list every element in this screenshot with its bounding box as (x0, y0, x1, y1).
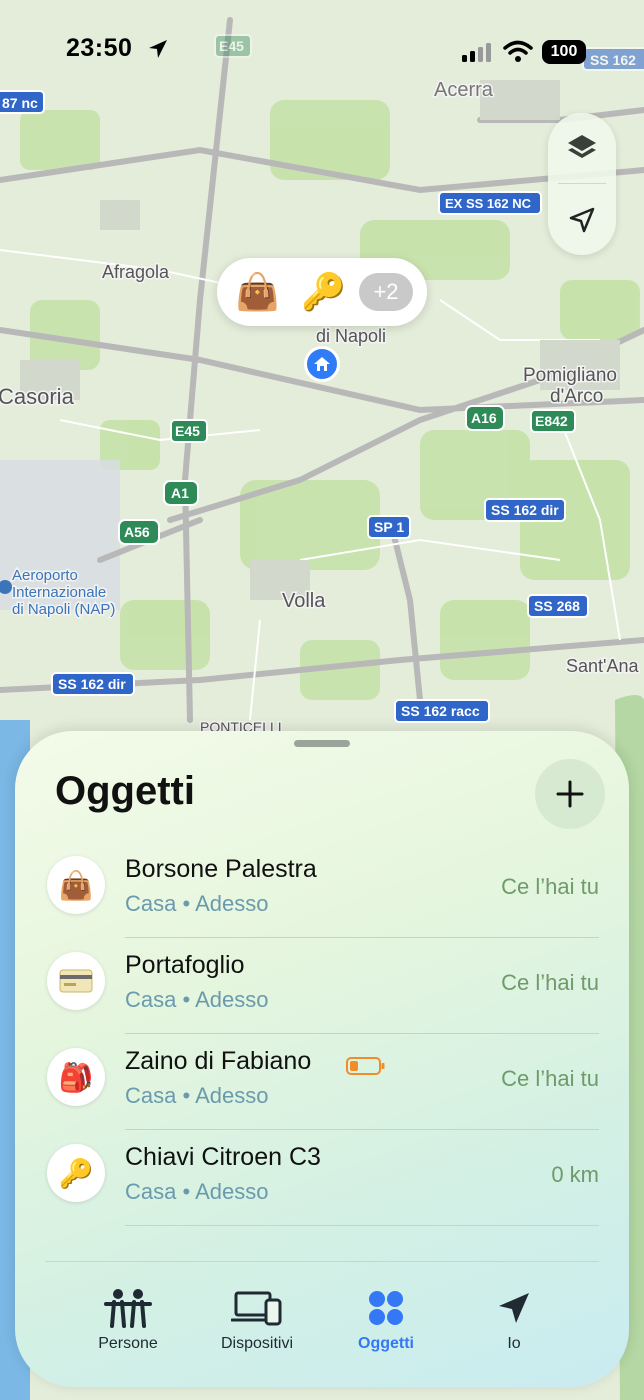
list-item[interactable]: Portafoglio Casa • Adesso Ce l’hai tu (15, 938, 629, 1034)
devices-icon (231, 1291, 282, 1326)
list-item[interactable]: 🔑 Chiavi Citroen C3 Casa • Adesso 0 km (15, 1130, 629, 1226)
svg-text:SS 162 dir: SS 162 dir (491, 502, 559, 518)
tab-io[interactable]: Io (459, 1287, 569, 1353)
map-label-santana: Sant'Ana (566, 656, 639, 676)
map-label-darco: d'Arco (550, 386, 603, 407)
map-label-pomigliano: Pomigliano (523, 365, 617, 386)
road-badge-ss268: SS 268 (527, 594, 589, 618)
map-label-casoria: Casoria (0, 384, 75, 409)
svg-text:SS 268: SS 268 (534, 598, 580, 614)
svg-text:A56: A56 (124, 524, 150, 540)
backpack-icon: 🎒 (47, 1048, 105, 1106)
svg-text:E842: E842 (535, 413, 568, 429)
svg-text:SS 162 racc: SS 162 racc (401, 703, 480, 719)
item-location: Casa • Adesso (125, 891, 269, 916)
wifi-icon (503, 40, 533, 62)
tabbar-divider (45, 1261, 599, 1262)
items-sheet: Oggetti 👜 Borsone Palestra Casa • Adesso… (15, 731, 629, 1387)
road-badge-ss162dir-l: SS 162 dir (51, 672, 135, 696)
navigation-arrow-icon (569, 207, 595, 233)
tab-oggetti[interactable]: Oggetti (331, 1287, 441, 1353)
low-battery-icon (346, 1057, 385, 1075)
people-icon (104, 1289, 152, 1328)
item-location: Casa • Adesso (125, 987, 269, 1012)
item-location: Casa • Adesso (125, 1179, 269, 1204)
tab-label: Io (507, 1335, 521, 1352)
road-badge-e842: E842 (530, 409, 576, 433)
tab-persone[interactable]: Persone (73, 1287, 183, 1353)
list-item[interactable]: 👜 Borsone Palestra Casa • Adesso Ce l’ha… (15, 842, 629, 938)
more-items-badge: +2 (359, 273, 413, 311)
item-name: Borsone Palestra (125, 855, 317, 883)
plus-icon (556, 780, 584, 808)
svg-text:SS 162 dir: SS 162 dir (58, 676, 126, 692)
tab-label: Dispositivi (220, 1335, 293, 1352)
sheet-grabber[interactable] (294, 740, 350, 747)
map-label-volla: Volla (282, 590, 326, 612)
home-pin[interactable] (304, 346, 340, 382)
tab-label: Oggetti (358, 1335, 414, 1352)
sheet-title: Oggetti (55, 769, 195, 813)
status-bar: 23:50 100 (0, 0, 644, 100)
svg-text:SP 1: SP 1 (374, 519, 404, 535)
item-name: Zaino di Fabiano (125, 1047, 312, 1075)
svg-text:EX SS 162 NC: EX SS 162 NC (445, 196, 532, 211)
tab-label: Persone (98, 1335, 158, 1352)
location-arrow-icon (149, 40, 167, 58)
road-badge-a56: A56 (118, 519, 160, 545)
house-icon (314, 357, 330, 371)
road-badge-a1: A1 (163, 480, 199, 506)
location-arrow-icon (499, 1293, 529, 1323)
road-badge-e45: E45 (170, 419, 208, 443)
svg-text:A16: A16 (471, 410, 497, 426)
credit-card-icon (47, 952, 105, 1010)
layers-icon (568, 135, 596, 158)
item-status: Ce l’hai tu (501, 874, 599, 899)
road-badge-sp1: SP 1 (367, 515, 411, 539)
svg-text:E45: E45 (175, 423, 200, 439)
map-label-airport-2: Internazionale (12, 584, 106, 601)
handbag-icon: 👜 (235, 271, 280, 312)
map-controls (548, 113, 616, 255)
map-label-airport-3: di Napoli (NAP) (12, 601, 115, 618)
svg-text:A1: A1 (171, 485, 189, 501)
list-item[interactable]: 🎒 Zaino di Fabiano Casa • Adesso Ce l’ha… (15, 1034, 629, 1130)
status-time: 23:50 (66, 34, 133, 62)
locate-me-button[interactable] (548, 185, 616, 255)
map-layers-button[interactable] (548, 113, 616, 183)
handbag-icon: 👜 (47, 856, 105, 914)
cellular-signal-icon (462, 43, 491, 62)
map-label-airport-1: Aeroporto (12, 567, 78, 584)
key-icon: 🔑 (47, 1144, 105, 1202)
map-label-napoli: di Napoli (316, 326, 386, 346)
item-location: Casa • Adesso (125, 1083, 269, 1108)
items-icon (369, 1291, 403, 1325)
tab-dispositivi[interactable]: Dispositivi (202, 1287, 312, 1353)
battery-indicator: 100 (542, 40, 586, 64)
map-items-callout[interactable]: 👜 🔑 +2 (217, 258, 427, 326)
row-divider (125, 1225, 599, 1226)
key-icon: 🔑 (301, 271, 346, 312)
item-status: Ce l’hai tu (501, 1066, 599, 1091)
map-label-afragola: Afragola (102, 262, 170, 282)
road-badge-ss162racc: SS 162 racc (394, 699, 490, 723)
road-badge-ss162dir-r: SS 162 dir (484, 498, 566, 522)
item-name: Chiavi Citroen C3 (125, 1143, 321, 1171)
item-status: 0 km (551, 1162, 599, 1187)
item-status: Ce l’hai tu (501, 970, 599, 995)
add-item-button[interactable] (535, 759, 605, 829)
road-badge-a16: A16 (465, 405, 505, 431)
road-badge-ex-ss162nc: EX SS 162 NC (438, 191, 542, 215)
item-name: Portafoglio (125, 951, 245, 979)
